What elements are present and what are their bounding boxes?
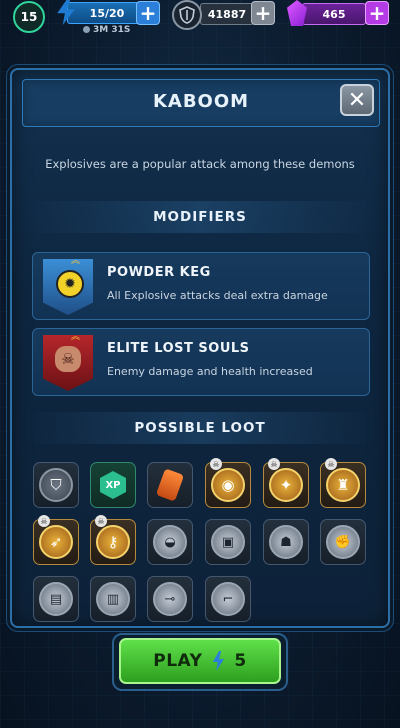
loot-item-gold-rune[interactable]: ☠ ✦ xyxy=(263,458,309,508)
explosive-icon: ✹ xyxy=(56,270,84,298)
skull-tag-icon: ☠ xyxy=(38,515,50,527)
modifier-description: All Explosive attacks deal extra damage xyxy=(107,289,328,302)
xp-icon: XP xyxy=(100,471,126,499)
add-energy-button[interactable]: + xyxy=(136,1,160,25)
loot-item-figure[interactable]: ☗ xyxy=(263,519,309,565)
top-bar: 15 15/20 + 3M 31S 41887 + 465 + xyxy=(0,0,400,40)
player-level-badge[interactable]: 15 xyxy=(13,1,45,33)
emblem-icon: ◉ xyxy=(211,468,245,502)
play-button[interactable]: PLAY 5 xyxy=(119,638,281,684)
add-coins-button[interactable]: + xyxy=(251,1,275,25)
loot-item-gauntlet[interactable]: ✊ xyxy=(320,519,366,565)
loot-item-coins[interactable]: ⛉ xyxy=(33,462,79,508)
modifiers-heading: MODIFIERS xyxy=(153,209,247,225)
coins-value: 41887 xyxy=(200,3,254,25)
shield-coin-icon: ⛉ xyxy=(39,468,73,502)
mission-description: Explosives are a popular attack among th… xyxy=(45,157,355,171)
energy-value: 15/20 xyxy=(67,2,147,24)
loot-item-rifle[interactable]: ⌐ xyxy=(205,576,251,622)
modifier-card-elite-lost-souls[interactable]: ☠ ︽ ELITE LOST SOULS Enemy damage and he… xyxy=(32,328,370,396)
loot-item-gold-emblem[interactable]: ☠ ◉ xyxy=(205,458,251,508)
energy-bolt-icon xyxy=(212,651,224,671)
gauntlet-icon: ✊ xyxy=(326,525,360,559)
loot-item-scope[interactable]: ⊸ xyxy=(147,576,193,622)
rifle-icon: ⌐ xyxy=(211,582,245,616)
play-cost: 5 xyxy=(234,651,247,671)
powder-keg-badge-icon: ✹ xyxy=(43,259,93,315)
canister-icon: ▤ xyxy=(39,582,73,616)
modifier-card-powder-keg[interactable]: ✹ ︽ POWDER KEG All Explosive attacks dea… xyxy=(32,252,370,320)
gems-value: 465 xyxy=(302,3,366,25)
loot-item-gold-key[interactable]: ☠ ⚷ xyxy=(90,515,136,565)
battery-icon xyxy=(155,468,185,502)
gun-icon: ➶ xyxy=(39,525,73,559)
loot-heading: POSSIBLE LOOT xyxy=(134,420,266,436)
barrel-icon: ▥ xyxy=(96,582,130,616)
loot-item-gold-armor[interactable]: ☠ ♜ xyxy=(320,458,366,508)
shield-coin-icon xyxy=(172,0,202,30)
elite-lost-souls-badge-icon: ☠ xyxy=(43,335,93,391)
chest-armor-icon: ▣ xyxy=(211,525,245,559)
helmet-icon: ◒ xyxy=(153,525,187,559)
skull-tag-icon: ☠ xyxy=(95,515,107,527)
upgrade-chevron-icon: ︽ xyxy=(71,256,81,266)
energy-timer-text: 3M 31S xyxy=(93,25,131,35)
armor-icon: ♜ xyxy=(326,468,360,502)
rune-icon: ✦ xyxy=(269,468,303,502)
close-button[interactable]: ✕ xyxy=(340,84,374,116)
modifier-name: ELITE LOST SOULS xyxy=(107,341,250,356)
loot-item-gold-gun[interactable]: ☠ ➶ xyxy=(33,515,79,565)
upgrade-chevron-icon: ︽ xyxy=(71,332,81,342)
skull-tag-icon: ☠ xyxy=(325,458,337,470)
mission-title: KABOOM xyxy=(152,91,250,112)
clock-icon xyxy=(83,26,90,33)
modifier-name: POWDER KEG xyxy=(107,265,211,280)
loot-item-xp[interactable]: XP xyxy=(90,462,136,508)
skull-tag-icon: ☠ xyxy=(210,458,222,470)
title-box: KABOOM xyxy=(22,79,380,127)
key-icon: ⚷ xyxy=(96,525,130,559)
energy-timer: 3M 31S xyxy=(83,25,130,35)
loot-item-barrel[interactable]: ▥ xyxy=(90,576,136,622)
loot-item-battery[interactable] xyxy=(147,462,193,508)
scope-icon: ⊸ xyxy=(153,582,187,616)
add-gems-button[interactable]: + xyxy=(365,1,389,25)
loot-item-canister[interactable]: ▤ xyxy=(33,576,79,622)
play-label: PLAY xyxy=(153,651,203,671)
loot-item-chest-armor[interactable]: ▣ xyxy=(205,519,251,565)
loot-item-helmet[interactable]: ◒ xyxy=(147,519,193,565)
skull-tag-icon: ☠ xyxy=(268,458,280,470)
skull-icon: ☠ xyxy=(55,346,81,372)
modifier-description: Enemy damage and health increased xyxy=(107,365,313,378)
figure-icon: ☗ xyxy=(269,525,303,559)
